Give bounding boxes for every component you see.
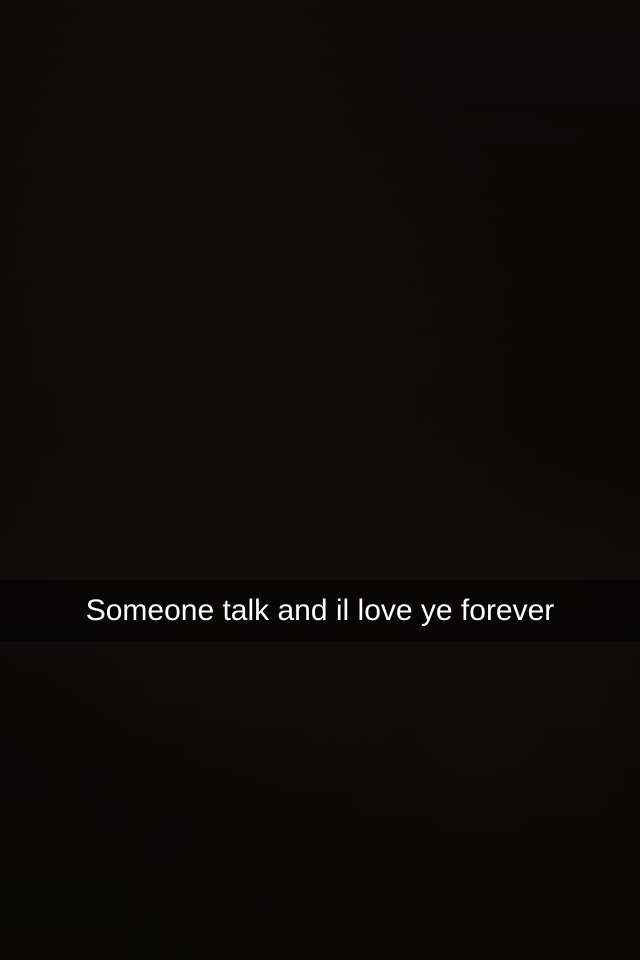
dark-photo-background: Someone talk and il love ye forever — [0, 0, 640, 960]
photo-grain-overlay — [0, 0, 640, 960]
caption-bar: Someone talk and il love ye forever — [0, 580, 640, 642]
caption-text: Someone talk and il love ye forever — [85, 594, 555, 627]
